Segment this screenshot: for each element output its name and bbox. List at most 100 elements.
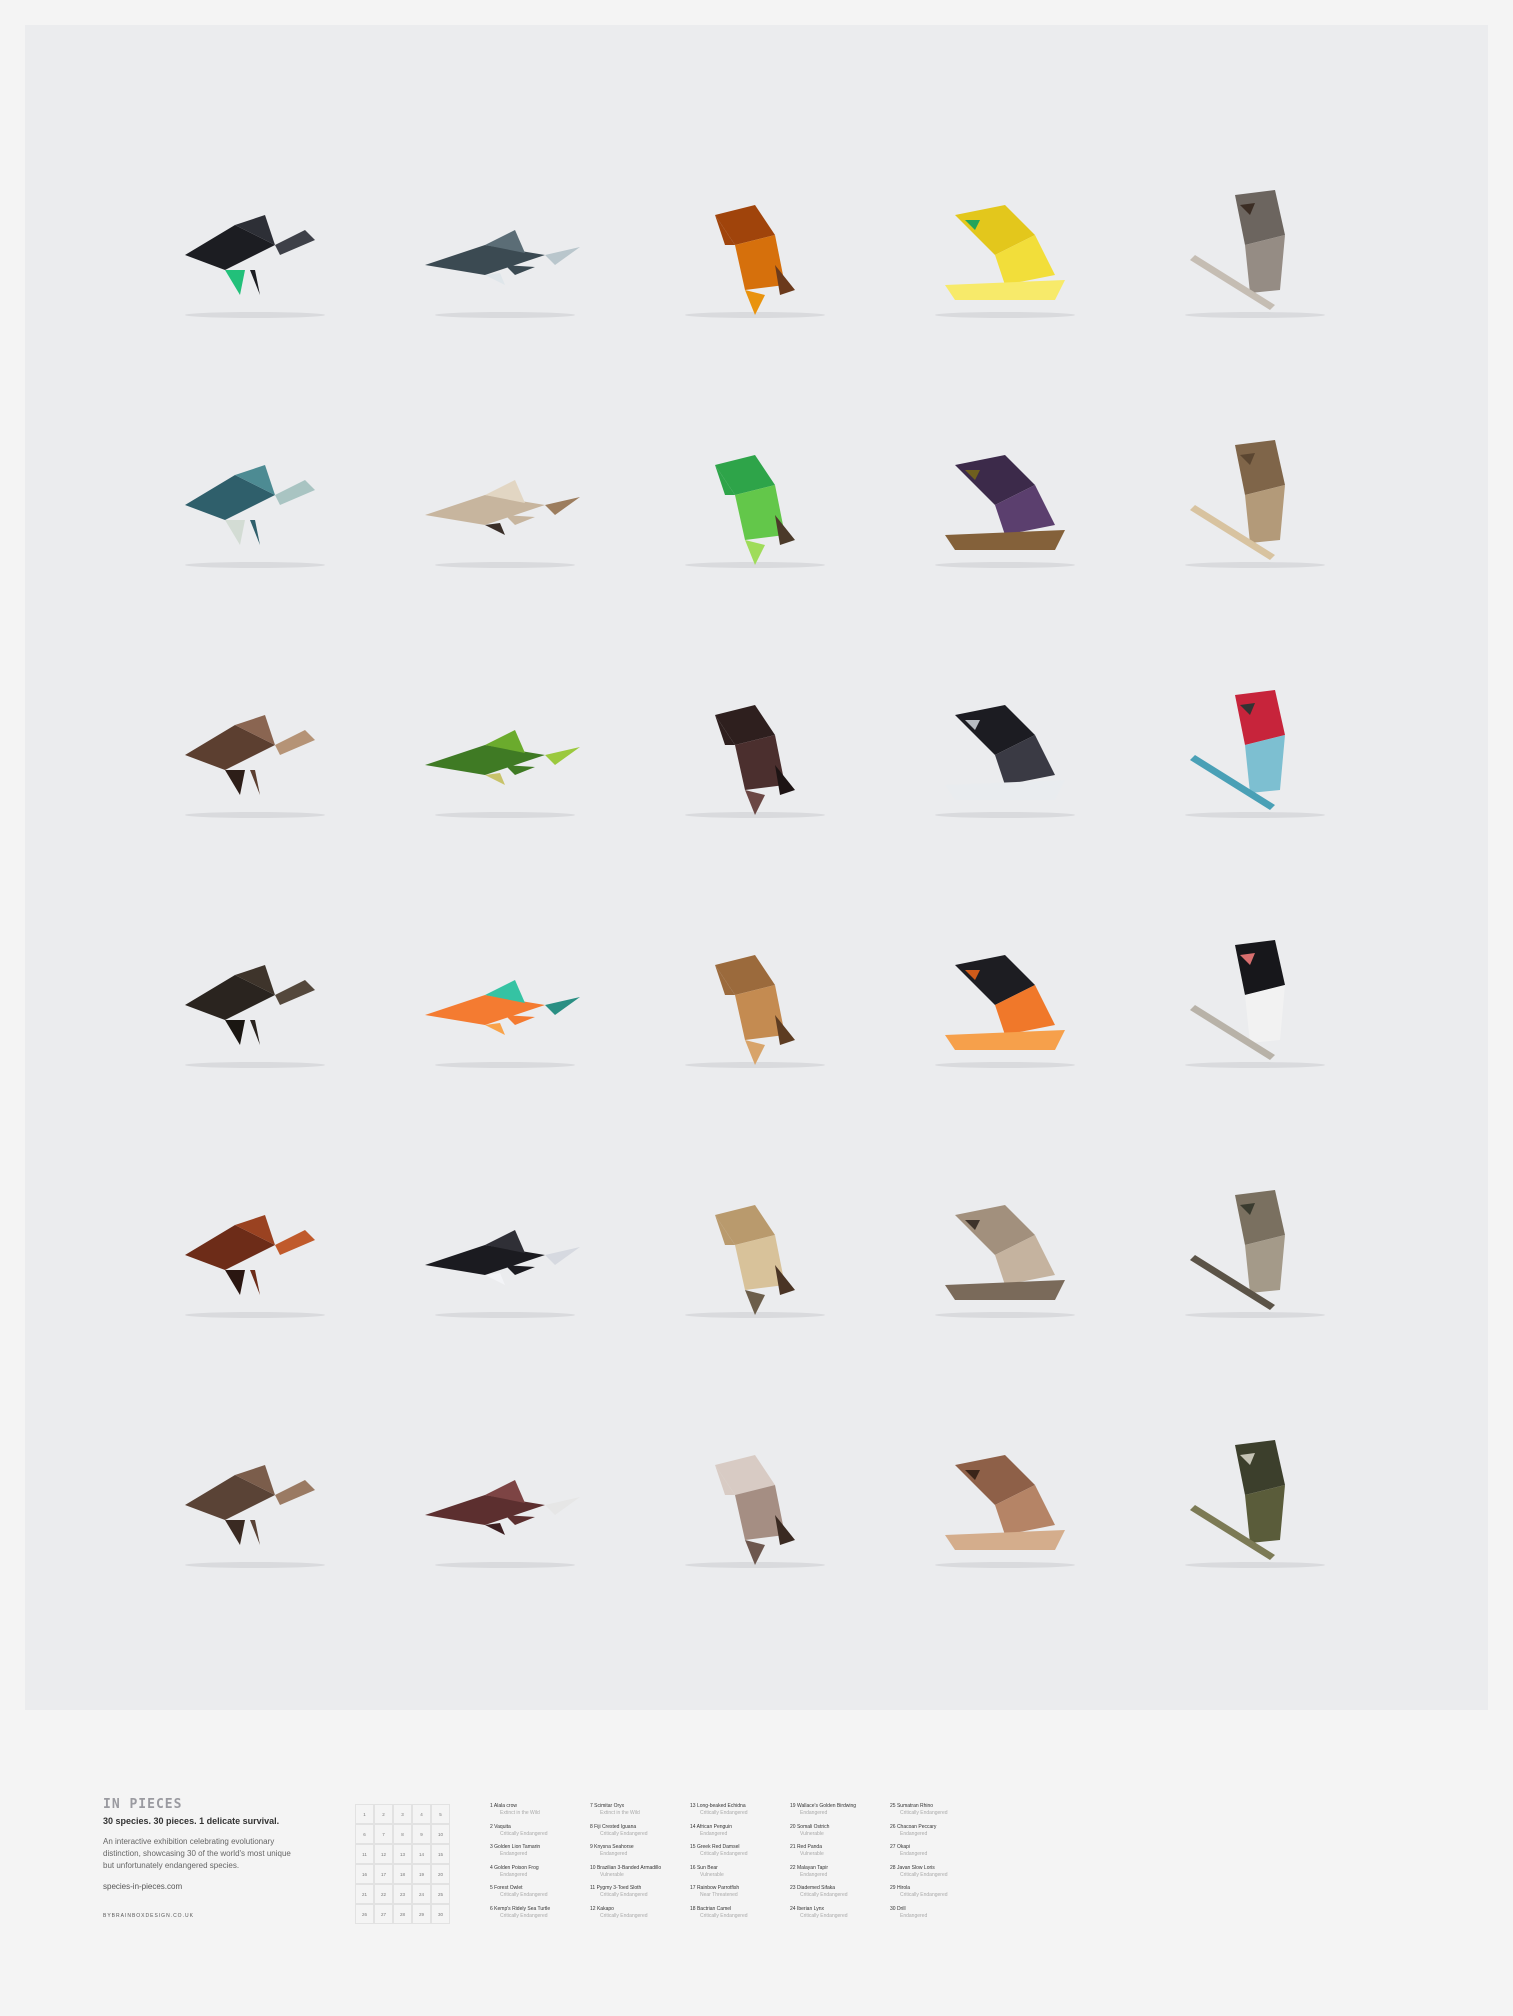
species-number-cell[interactable]: 28 [393,1904,412,1924]
species-list-item[interactable]: 6 Kemp's Ridely Sea Turtle Critically End… [490,1906,590,1927]
species-tile[interactable] [655,675,855,825]
facet [250,770,260,795]
facet [945,1030,1065,1050]
species-tile[interactable] [905,425,1105,575]
species-tile[interactable] [655,1425,855,1575]
species-tile[interactable] [155,675,355,825]
species-tile[interactable] [405,425,605,575]
species-number-cell[interactable]: 2 [374,1804,393,1824]
species-number-cell[interactable]: 18 [393,1864,412,1884]
species-tile[interactable] [405,175,605,325]
species-tile[interactable] [655,425,855,575]
species-list-item[interactable]: 13 Long-beaked Echidna Critically Endange… [690,1803,790,1824]
species-tile[interactable] [1155,1175,1355,1325]
diademed-sifaka-icon [685,1205,825,1318]
species-tile[interactable] [905,1175,1105,1325]
species-list-item[interactable]: 15 Greek Red Damsel Critically Endangered [690,1844,790,1865]
species-number-cell[interactable]: 30 [431,1904,450,1924]
species-list-item[interactable]: 9 Knysna Seahorse Endangered [590,1844,690,1865]
species-number-cell[interactable]: 22 [374,1884,393,1904]
species-list-item[interactable]: 17 Rainbow Parrotfish Near Threatened [690,1885,790,1906]
species-list-item[interactable]: 22 Malayan Tapir Endangered [790,1865,890,1886]
species-list-item[interactable]: 16 Sun Bear Vulnerable [690,1865,790,1886]
species-number-cell[interactable]: 24 [412,1884,431,1904]
species-tile[interactable] [155,1425,355,1575]
species-number-cell[interactable]: 26 [355,1904,374,1924]
species-number-cell[interactable]: 3 [393,1804,412,1824]
species-number-cell[interactable]: 8 [393,1824,412,1844]
species-tile[interactable] [1155,1425,1355,1575]
species-tile[interactable] [1155,925,1355,1075]
species-number-cell[interactable]: 6 [355,1824,374,1844]
species-number-cell[interactable]: 16 [355,1864,374,1884]
species-number-cell[interactable]: 12 [374,1844,393,1864]
species-list-item[interactable]: 24 Iberian Lynx Critically Endangered [790,1906,890,1927]
species-list-item[interactable]: 5 Forest Owlet Critically Endangered [490,1885,590,1906]
species-tile[interactable] [905,675,1105,825]
species-number-cell[interactable]: 14 [412,1844,431,1864]
species-tile[interactable] [905,1425,1105,1575]
species-number-cell[interactable]: 10 [431,1824,450,1844]
site-link[interactable]: species-in-pieces.com [103,1882,323,1891]
species-number-cell[interactable]: 19 [412,1864,431,1884]
species-number-cell[interactable]: 23 [393,1884,412,1904]
species-list-item[interactable]: 20 Somali Ostrich Vulnerable [790,1824,890,1845]
species-list-item[interactable]: 28 Javan Slow Loris Critically Endangered [890,1865,990,1886]
species-list-item[interactable]: 25 Sumatran Rhino Critically Endangered [890,1803,990,1824]
species-list-item[interactable]: 3 Golden Lion Tamarin Endangered [490,1844,590,1865]
species-tile[interactable] [1155,675,1355,825]
species-number-cell[interactable]: 15 [431,1844,450,1864]
species-list-item[interactable]: 18 Bactrian Camel Critically Endangered [690,1906,790,1927]
ground-shadow [935,1562,1075,1568]
species-list-item[interactable]: 8 Fiji Crested Iguana Critically Endanger… [590,1824,690,1845]
species-list-item[interactable]: 19 Wallace's Golden Birdwing Endangered [790,1803,890,1824]
species-tile[interactable] [1155,425,1355,575]
species-number-cell[interactable]: 29 [412,1904,431,1924]
species-tile[interactable] [655,925,855,1075]
species-number-cell[interactable]: 20 [431,1864,450,1884]
species-list-item[interactable]: 14 African Penguin Endangered [690,1824,790,1845]
facet [545,1497,580,1515]
species-number-cell[interactable]: 1 [355,1804,374,1824]
species-tile[interactable] [905,925,1105,1075]
species-tile[interactable] [405,1425,605,1575]
species-number-cell[interactable]: 25 [431,1884,450,1904]
species-list-item[interactable]: 29 Hirola Critically Endangered [890,1885,990,1906]
species-number-cell[interactable]: 13 [393,1844,412,1864]
species-list-item[interactable]: 7 Scimitar Oryx Extinct in the Wild [590,1803,690,1824]
species-tile[interactable] [155,175,355,325]
species-tile[interactable] [655,175,855,325]
species-number-cell[interactable]: 4 [412,1804,431,1824]
species-tile[interactable] [155,925,355,1075]
species-tile[interactable] [905,175,1105,325]
species-tile[interactable] [155,425,355,575]
species-tile[interactable] [405,925,605,1075]
species-list-item[interactable]: 12 Kakapo Critically Endangered [590,1906,690,1927]
golden-poison-frog-icon [935,205,1075,318]
species-list-item[interactable]: 27 Okapi Endangered [890,1844,990,1865]
species-number-cell[interactable]: 27 [374,1904,393,1924]
species-number-cell[interactable]: 17 [374,1864,393,1884]
species-status: Critically Endangered [700,1810,748,1816]
species-number-cell[interactable]: 7 [374,1824,393,1844]
species-list-item[interactable]: 4 Golden Poison Frog Endangered [490,1865,590,1886]
species-list-item[interactable]: 2 Vaquita Critically Endangered [490,1824,590,1845]
species-list-item[interactable]: 10 Brazilian 3-Banded Armadillo Vulnerabl… [590,1865,690,1886]
species-tile[interactable] [155,1175,355,1325]
species-number-cell[interactable]: 9 [412,1824,431,1844]
species-list-item[interactable]: 23 Diademed Sifaka Critically Endangered [790,1885,890,1906]
species-list-item[interactable]: 30 Drill Endangered [890,1906,990,1927]
species-tile[interactable] [655,1175,855,1325]
species-list-item[interactable]: 26 Chacoan Peccary Endangered [890,1824,990,1845]
species-list-item[interactable]: 21 Red Panda Vulnerable [790,1844,890,1865]
species-number-cell[interactable]: 11 [355,1844,374,1864]
species-tile[interactable] [1155,175,1355,325]
species-number-cell[interactable]: 21 [355,1884,374,1904]
species-tile[interactable] [405,675,605,825]
facet [225,770,245,795]
species-list-item[interactable]: 1 Alala crow Extinct in the Wild [490,1803,590,1824]
species-tile[interactable] [405,1175,605,1325]
species-list-item[interactable]: 11 Pygmy 3-Toed Sloth Critically Endanger… [590,1885,690,1906]
species-number-cell[interactable]: 5 [431,1804,450,1824]
fiji-crested-iguana-icon [685,455,825,568]
